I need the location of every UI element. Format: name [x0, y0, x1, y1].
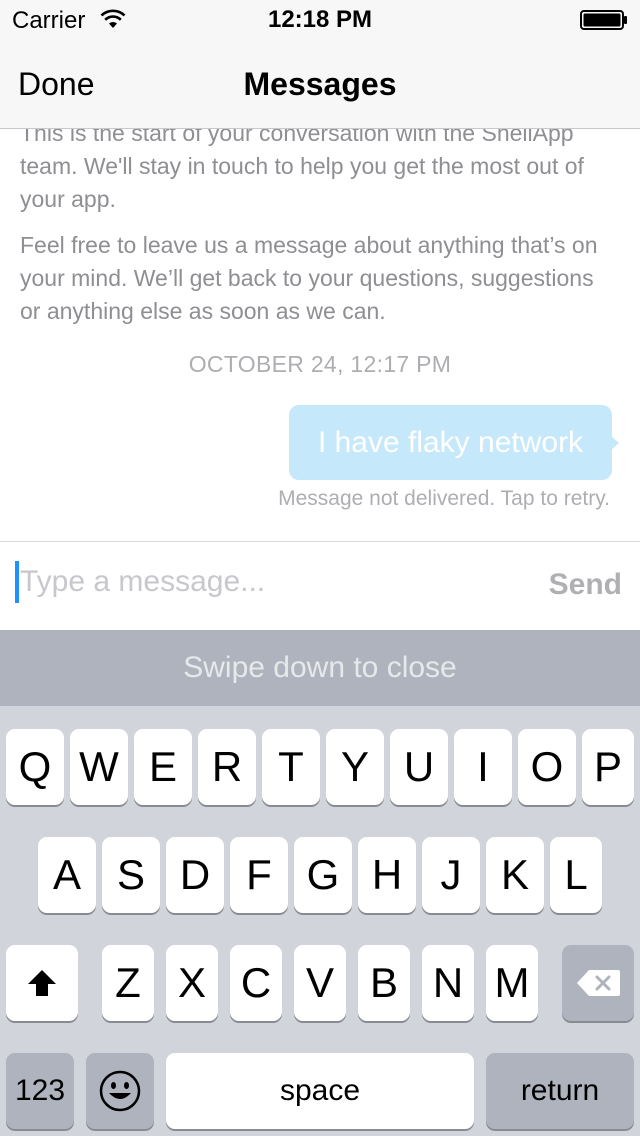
intro-paragraph: Feel free to leave us a message about an…	[20, 232, 598, 324]
swipe-hint-label: Swipe down to close	[183, 651, 457, 684]
key-q[interactable]: Q	[6, 729, 64, 805]
message-bubble-tail	[610, 435, 619, 451]
key-x[interactable]: X	[166, 945, 218, 1021]
text-caret	[15, 561, 19, 603]
key-f[interactable]: F	[230, 837, 288, 913]
key-l[interactable]: L	[550, 837, 602, 913]
shift-key[interactable]	[6, 945, 78, 1021]
key-t[interactable]: T	[262, 729, 320, 805]
key-z[interactable]: Z	[102, 945, 154, 1021]
key-r[interactable]: R	[198, 729, 256, 805]
intro-paragraph: This is the start of your conversation w…	[20, 129, 584, 212]
key-h[interactable]: H	[358, 837, 416, 913]
message-timestamp: OCTOBER 24, 12:17 PM	[188, 351, 452, 377]
emoji-key[interactable]	[86, 1053, 154, 1129]
key-g[interactable]: G	[294, 837, 352, 913]
key-a[interactable]: A	[38, 837, 96, 913]
retry-delivery-link[interactable]: Message not delivered. Tap to retry.	[278, 487, 610, 511]
key-y[interactable]: Y	[326, 729, 384, 805]
key-s[interactable]: S	[102, 837, 160, 913]
key-m[interactable]: M	[486, 945, 538, 1021]
numbers-key[interactable]: 123	[6, 1053, 74, 1129]
navigation-bar: Done Messages	[0, 40, 640, 129]
key-w[interactable]: W	[70, 729, 128, 805]
message-input[interactable]	[20, 560, 520, 604]
return-key[interactable]: return	[486, 1053, 634, 1129]
key-u[interactable]: U	[390, 729, 448, 805]
key-k[interactable]: K	[486, 837, 544, 913]
key-e[interactable]: E	[134, 729, 192, 805]
page-title: Messages	[243, 66, 397, 102]
status-time: 12:18 PM	[267, 6, 373, 33]
shift-icon	[28, 970, 56, 996]
key-v[interactable]: V	[294, 945, 346, 1021]
key-b[interactable]: B	[358, 945, 410, 1021]
key-i[interactable]: I	[454, 729, 512, 805]
key-d[interactable]: D	[166, 837, 224, 913]
conversation-view[interactable]: This is the start of your conversation w…	[0, 129, 640, 541]
keyboard: Q W E R T Y U I O P A S D F G H J K L Z …	[0, 706, 640, 1136]
delete-icon	[577, 970, 620, 996]
key-n[interactable]: N	[422, 945, 474, 1021]
space-key[interactable]: space	[166, 1053, 474, 1129]
emoji-icon	[99, 1070, 141, 1112]
send-button[interactable]: Send	[549, 568, 622, 602]
key-o[interactable]: O	[518, 729, 576, 805]
key-p[interactable]: P	[582, 729, 634, 805]
key-c[interactable]: C	[230, 945, 282, 1021]
swipe-to-close-bar[interactable]: Swipe down to close	[0, 630, 640, 706]
delete-key[interactable]	[562, 945, 634, 1021]
message-bubble[interactable]: I have flaky network	[289, 405, 612, 480]
key-j[interactable]: J	[422, 837, 480, 913]
battery-icon	[580, 10, 627, 30]
message-composer: Send	[0, 541, 640, 630]
status-bar: Carrier 12:18 PM	[0, 0, 640, 40]
